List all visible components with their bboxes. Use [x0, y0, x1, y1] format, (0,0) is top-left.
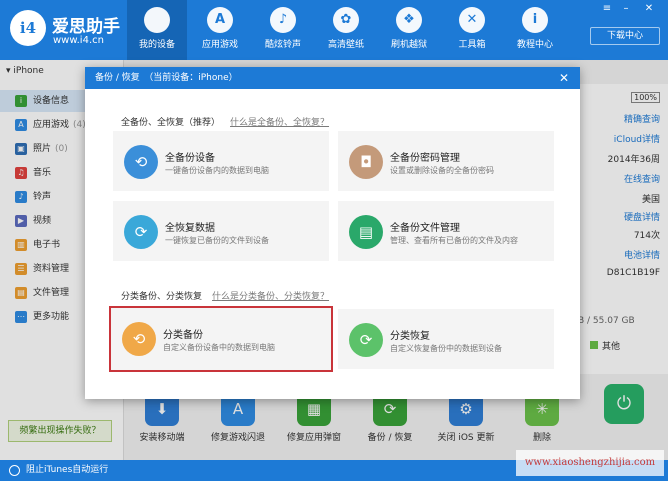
close-icon[interactable]: ✕	[640, 2, 658, 16]
flower-icon: ✿	[333, 7, 359, 33]
card-backup-file-management[interactable]: ▤ 全备份文件管理 管理、查看所有已备份的文件及内容	[338, 201, 554, 261]
card-category-backup[interactable]: ⟲ 分类备份 自定义备份设备中的数据到电脑	[109, 306, 333, 372]
dialog-title: 备份 / 恢复 （当前设备：iPhone）	[95, 73, 238, 83]
card-backup-password[interactable]: ◘ 全备份密码管理 设置或删除设备的全备份密码	[338, 131, 554, 191]
folder-icon: ▤	[349, 215, 383, 249]
what-is-category-backup-link[interactable]: 什么是分类备份、分类恢复？	[212, 292, 329, 302]
bell-icon: ♪	[270, 7, 296, 33]
tab-flash-jailbreak[interactable]: ❖ 刷机越狱	[379, 0, 439, 60]
watermark: www.xiaoshengzhijia.com	[516, 450, 664, 476]
top-bar: i4 爱思助手 www.i4.cn 我的设备 A 应用游戏 ♪ 酷炫铃声 ✿ 高…	[0, 0, 668, 60]
tab-apps-games[interactable]: A 应用游戏	[190, 0, 250, 60]
category-restore-icon: ⟳	[349, 323, 383, 357]
lock-icon: ◘	[349, 145, 383, 179]
tab-tutorials[interactable]: i 教程中心	[505, 0, 565, 60]
brand-title: 爱思助手	[52, 17, 120, 37]
menu-icon[interactable]: ≡	[598, 2, 616, 16]
full-backup-icon: ⟲	[124, 145, 158, 179]
tab-ringtones[interactable]: ♪ 酷炫铃声	[253, 0, 313, 60]
block-itunes-label[interactable]: 阻止iTunes自动运行	[26, 465, 108, 475]
full-restore-icon: ⟳	[124, 215, 158, 249]
section-full-backup: 全备份、全恢复（推荐） 什么是全备份、全恢复？	[121, 118, 330, 128]
card-category-restore[interactable]: ⟳ 分类恢复 自定义恢复备份中的数据到设备	[338, 309, 554, 369]
section-category-backup: 分类备份、分类恢复 什么是分类备份、分类恢复？	[121, 292, 330, 302]
dropbox-icon: ❖	[396, 7, 422, 33]
download-center-button[interactable]: 下载中心	[590, 27, 660, 45]
dialog-header: 备份 / 恢复 （当前设备：iPhone） ✕	[85, 67, 580, 89]
minimize-icon[interactable]: –	[617, 2, 635, 16]
tab-my-device[interactable]: 我的设备	[127, 0, 187, 60]
tab-wallpapers[interactable]: ✿ 高清壁纸	[316, 0, 376, 60]
app-store-icon: A	[207, 7, 233, 33]
backup-restore-dialog: 备份 / 恢复 （当前设备：iPhone） ✕ 全备份、全恢复（推荐） 什么是全备…	[85, 67, 580, 399]
block-icon[interactable]	[9, 465, 20, 476]
what-is-full-backup-link[interactable]: 什么是全备份、全恢复？	[230, 118, 329, 128]
info-icon: i	[522, 7, 548, 33]
brand-url: www.i4.cn	[53, 35, 104, 46]
apple-icon	[144, 7, 170, 33]
card-full-restore[interactable]: ⟳ 全恢复数据 一键恢复已备份的文件到设备	[113, 201, 329, 261]
card-full-backup[interactable]: ⟲ 全备份设备 一键备份设备内的数据到电脑	[113, 131, 329, 191]
app-logo: i4	[10, 10, 46, 46]
category-backup-icon: ⟲	[122, 322, 156, 356]
tab-toolbox[interactable]: ✕ 工具箱	[442, 0, 502, 60]
tools-icon: ✕	[459, 7, 485, 33]
close-icon[interactable]: ✕	[556, 70, 572, 86]
